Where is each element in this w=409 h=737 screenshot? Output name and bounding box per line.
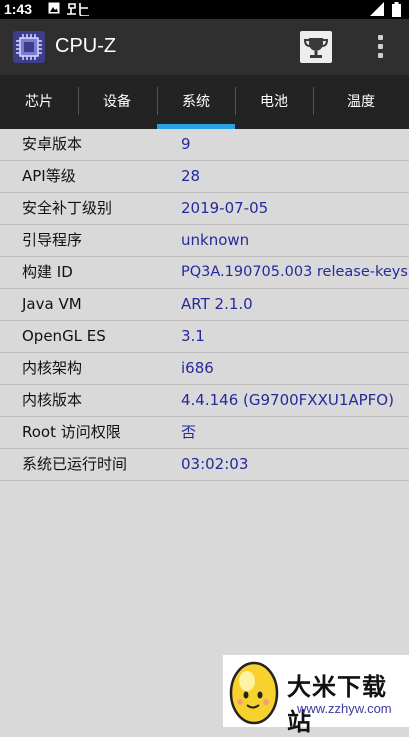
menu-dot-icon [378,44,383,49]
trophy-button[interactable] [300,31,332,63]
info-label: Root 访问权限 [22,423,121,441]
tab-device[interactable]: 设备 [78,75,156,129]
menu-dot-icon [378,35,383,40]
cpu-chip-icon [13,31,45,63]
info-label: OpenGL ES [22,327,106,345]
tab-thermal[interactable]: 温度 [313,75,409,129]
info-label: 构建 ID [22,263,73,281]
app-bar: CPU-Z [0,19,409,75]
info-value: 9 [181,135,191,153]
menu-dot-icon [378,53,383,58]
tab-bar: 芯片 设备 系统 电池 温度 [0,75,409,129]
info-label: 内核架构 [22,359,83,377]
info-row-kernel-version: 内核版本 4.4.146 (G9700FXXU1APFO) [0,385,409,417]
tab-battery[interactable]: 电池 [235,75,313,129]
info-row-opengl-es: OpenGL ES 3.1 [0,321,409,353]
info-label: 安全补丁级别 [22,199,113,217]
info-row-build-id: 构建 ID PQ3A.190705.003 release-keys [0,257,409,289]
info-label: Java VM [22,295,82,313]
app-notification-icon [66,2,92,19]
tab-soc[interactable]: 芯片 [0,75,78,129]
status-time: 1:43 [4,1,33,17]
info-value: 否 [181,423,197,441]
info-label: 安卓版本 [22,135,83,153]
info-row-root-access: Root 访问权限 否 [0,417,409,449]
info-row-kernel-arch: 内核架构 i686 [0,353,409,385]
info-value: 4.4.146 (G9700FXXU1APFO) [181,391,394,409]
watermark-url: www.zzhyw.com [297,701,392,716]
info-row-android-version: 安卓版本 9 [0,129,409,161]
info-value: unknown [181,231,250,249]
info-value: 03:02:03 [181,455,249,473]
info-value: 28 [181,167,201,185]
info-value: i686 [181,359,214,377]
rice-mascot-icon [229,661,279,725]
info-value: PQ3A.190705.003 release-keys [181,264,408,280]
system-info-list: 安卓版本 9 API等级 28 安全补丁级别 2019-07-05 引导程序 u… [0,129,409,481]
info-label: API等级 [22,167,76,185]
info-row-uptime: 系统已运行时间 03:02:03 [0,449,409,481]
info-row-api-level: API等级 28 [0,161,409,193]
info-row-java-vm: Java VM ART 2.1.0 [0,289,409,321]
trophy-icon [303,38,329,58]
info-label: 内核版本 [22,391,83,409]
tab-system[interactable]: 系统 [157,75,235,129]
info-row-security-patch: 安全补丁级别 2019-07-05 [0,193,409,225]
status-bar: 1:43 [0,0,409,19]
info-value: ART 2.1.0 [181,295,253,313]
info-row-bootloader: 引导程序 unknown [0,225,409,257]
info-label: 引导程序 [22,231,83,249]
site-watermark: 大米下载站 www.zzhyw.com [223,655,409,736]
info-value: 3.1 [181,327,205,345]
signal-icon [370,2,384,19]
image-notification-icon [48,2,60,17]
overflow-menu-button[interactable] [370,33,390,61]
app-title: CPU-Z [55,35,117,57]
info-label: 系统已运行时间 [22,455,128,473]
battery-icon [392,2,401,20]
info-value: 2019-07-05 [181,199,269,217]
